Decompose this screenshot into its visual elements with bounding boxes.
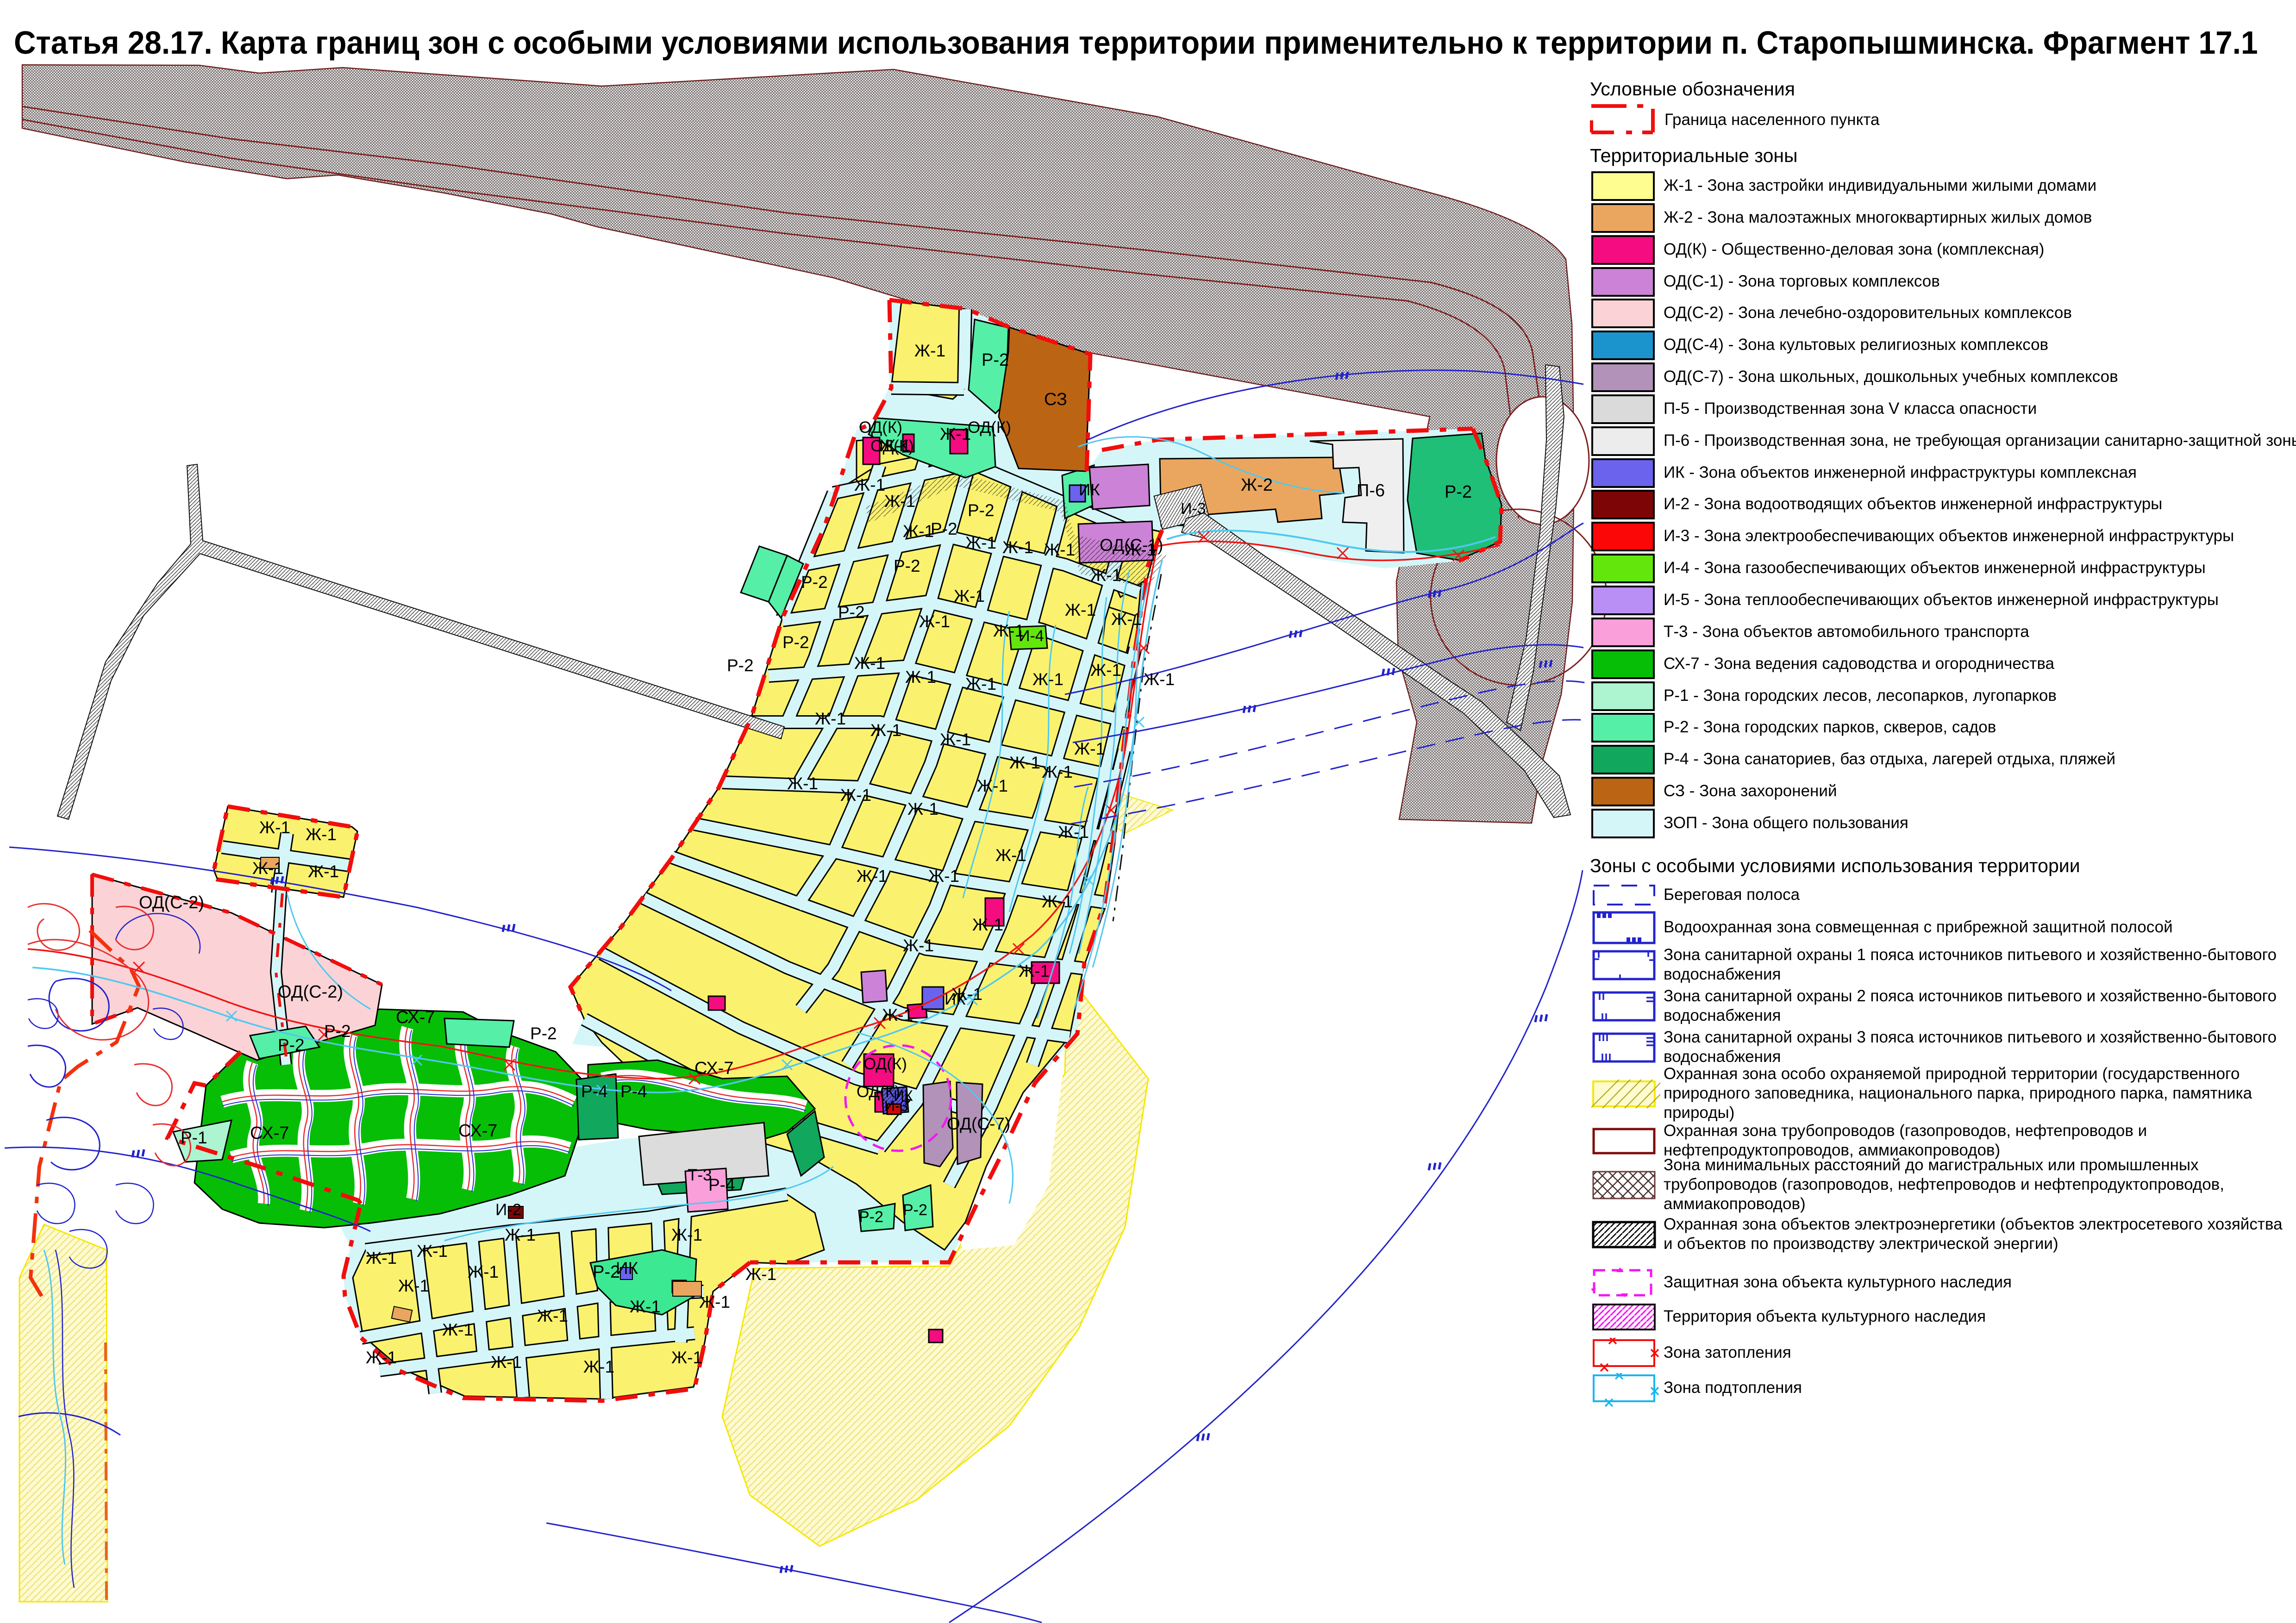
svg-text:Ж-1: Ж-1 bbox=[972, 915, 1003, 934]
svg-text:И-2: И-2 bbox=[495, 1201, 521, 1219]
svg-text:Ж-1: Ж-1 bbox=[366, 1248, 397, 1267]
svg-text:Ж-1: Ж-1 bbox=[903, 522, 934, 541]
svg-text:И-3: И-3 bbox=[1181, 500, 1206, 518]
svg-text:Р-2: Р-2 bbox=[801, 573, 828, 592]
svg-text:Ж-1: Ж-1 bbox=[468, 1262, 499, 1281]
svg-text:Ж-1: Ж-1 bbox=[857, 867, 888, 886]
svg-text:Ж-1: Ж-1 bbox=[995, 846, 1026, 865]
svg-text:СЗ: СЗ bbox=[1044, 390, 1067, 409]
svg-text:Ж-1: Ж-1 bbox=[583, 1357, 614, 1376]
svg-text:ОД(С-2): ОД(С-2) bbox=[139, 893, 204, 912]
svg-text:Р-1: Р-1 bbox=[181, 1128, 207, 1147]
svg-text:Р-2: Р-2 bbox=[782, 633, 809, 652]
svg-text:Р-2: Р-2 bbox=[1445, 482, 1472, 502]
svg-text:Ж-1: Ж-1 bbox=[505, 1225, 536, 1244]
svg-text:Р-2: Р-2 bbox=[982, 350, 1009, 370]
svg-text:СХ-7: СХ-7 bbox=[694, 1059, 733, 1078]
svg-text:Ж-1: Ж-1 bbox=[259, 818, 290, 837]
svg-text:Ж-1: Ж-1 bbox=[417, 1242, 448, 1261]
svg-text:Ж-1: Ж-1 bbox=[745, 1265, 776, 1284]
svg-text:Р-2: Р-2 bbox=[530, 1024, 557, 1043]
svg-text:Ж-1: Ж-1 bbox=[1074, 739, 1105, 758]
svg-text:ОД(К): ОД(К) bbox=[859, 418, 902, 437]
svg-text:ОД(К): ОД(К) bbox=[870, 437, 914, 455]
svg-text:Ж-1: Ж-1 bbox=[1058, 823, 1089, 842]
svg-text:Ж-1: Ж-1 bbox=[870, 721, 901, 740]
svg-text:Ж-1: Ж-1 bbox=[1090, 661, 1121, 680]
svg-text:Р-2: Р-2 bbox=[727, 656, 754, 675]
svg-text:Ж-1: Ж-1 bbox=[491, 1353, 522, 1372]
svg-text:Ж-1: Ж-1 bbox=[366, 1348, 397, 1367]
svg-text:Ж-1: Ж-1 bbox=[977, 776, 1008, 795]
svg-text:Р-4: Р-4 bbox=[620, 1082, 647, 1101]
svg-text:Ж-1: Ж-1 bbox=[537, 1306, 568, 1325]
svg-text:Ж-1: Ж-1 bbox=[1144, 670, 1175, 689]
svg-text:Ж-1: Ж-1 bbox=[884, 492, 915, 511]
svg-text:ИК: ИК bbox=[894, 1087, 913, 1104]
svg-text:Ж-1: Ж-1 bbox=[905, 668, 936, 687]
svg-text:СХ-7: СХ-7 bbox=[250, 1124, 289, 1143]
svg-text:Ж-1: Ж-1 bbox=[940, 424, 971, 443]
svg-text:СХ-7: СХ-7 bbox=[396, 1008, 435, 1027]
svg-text:Ж-1: Ж-1 bbox=[398, 1276, 429, 1295]
svg-text:Ж-1: Ж-1 bbox=[252, 859, 283, 878]
svg-text:Р-2: Р-2 bbox=[968, 501, 995, 520]
svg-text:Ж-1: Ж-1 bbox=[1019, 961, 1050, 980]
svg-text:Р-2: Р-2 bbox=[593, 1262, 620, 1282]
svg-text:Ж-1: Ж-1 bbox=[442, 1320, 473, 1339]
svg-text:Ж-1: Ж-1 bbox=[928, 867, 959, 886]
svg-text:Ж-1: Ж-1 bbox=[1065, 600, 1096, 619]
svg-text:Р-2: Р-2 bbox=[903, 1201, 927, 1219]
svg-text:Ж-1: Ж-1 bbox=[1090, 566, 1121, 585]
svg-text:ОД(С-2): ОД(С-2) bbox=[278, 982, 343, 1002]
svg-text:Ж-1: Ж-1 bbox=[854, 475, 885, 494]
svg-text:Р-2: Р-2 bbox=[838, 603, 865, 622]
svg-text:Ж-1: Ж-1 bbox=[1042, 762, 1073, 781]
svg-text:Ж-1: Ж-1 bbox=[308, 862, 339, 881]
svg-text:Р-2: Р-2 bbox=[931, 519, 957, 538]
svg-text:Ж-1: Ж-1 bbox=[787, 774, 818, 793]
svg-text:Р-2: Р-2 bbox=[894, 556, 920, 575]
svg-text:Ж-1: Ж-1 bbox=[940, 730, 971, 749]
svg-text:Р-2: Р-2 bbox=[278, 1036, 305, 1055]
svg-text:Ж-1: Ж-1 bbox=[919, 612, 950, 631]
svg-text:Ж-1: Ж-1 bbox=[965, 674, 996, 693]
svg-text:Ж-1: Ж-1 bbox=[306, 825, 337, 844]
svg-text:ОД(К): ОД(К) bbox=[968, 418, 1011, 437]
svg-text:Ж-1: Ж-1 bbox=[630, 1297, 661, 1316]
svg-text:Т-3: Т-3 bbox=[688, 1166, 712, 1184]
svg-text:Ж-1: Ж-1 bbox=[1111, 610, 1142, 629]
svg-text:Ж-1: Ж-1 bbox=[699, 1292, 730, 1311]
svg-text:ОД(С-7): ОД(С-7) bbox=[947, 1114, 1010, 1133]
svg-text:Р-4: Р-4 bbox=[581, 1082, 608, 1101]
svg-text:И-4: И-4 bbox=[1019, 627, 1044, 645]
svg-text:Ж-1: Ж-1 bbox=[815, 709, 846, 728]
svg-text:Ж-1: Ж-1 bbox=[882, 1005, 913, 1024]
svg-text:Ж-1: Ж-1 bbox=[840, 786, 871, 805]
svg-text:Ж-2: Ж-2 bbox=[1241, 475, 1273, 495]
svg-text:П-6: П-6 bbox=[1357, 481, 1385, 500]
svg-text:Ж-1: Ж-1 bbox=[914, 341, 945, 360]
svg-text:Ж-1: Ж-1 bbox=[907, 799, 938, 818]
svg-text:Ж-1: Ж-1 bbox=[1044, 540, 1075, 559]
svg-text:Ж-1: Ж-1 bbox=[954, 587, 985, 606]
svg-text:Ж-1: Ж-1 bbox=[671, 1225, 702, 1244]
svg-text:Ж-1: Ж-1 bbox=[903, 936, 934, 955]
svg-text:СХ-7: СХ-7 bbox=[458, 1121, 497, 1141]
svg-text:ОД(К): ОД(К) bbox=[863, 1055, 907, 1073]
svg-text:ОД(С-1): ОД(С-1) bbox=[1100, 536, 1163, 555]
svg-text:ИК: ИК bbox=[1079, 481, 1100, 499]
svg-text:Р-2: Р-2 bbox=[859, 1208, 883, 1226]
svg-text:Р-4: Р-4 bbox=[708, 1175, 735, 1194]
svg-text:Ж-1: Ж-1 bbox=[854, 654, 885, 673]
svg-text:Р-2: Р-2 bbox=[324, 1022, 351, 1041]
svg-text:Ж-1: Ж-1 bbox=[1009, 753, 1040, 772]
svg-text:Ж-1: Ж-1 bbox=[671, 1348, 702, 1367]
svg-text:Ж-1: Ж-1 bbox=[965, 533, 996, 552]
svg-text:ИК: ИК bbox=[945, 990, 966, 1008]
svg-text:Ж-1: Ж-1 bbox=[1002, 538, 1033, 557]
svg-text:Ж-1: Ж-1 bbox=[1032, 670, 1064, 689]
svg-text:Ж-1: Ж-1 bbox=[1042, 892, 1073, 911]
